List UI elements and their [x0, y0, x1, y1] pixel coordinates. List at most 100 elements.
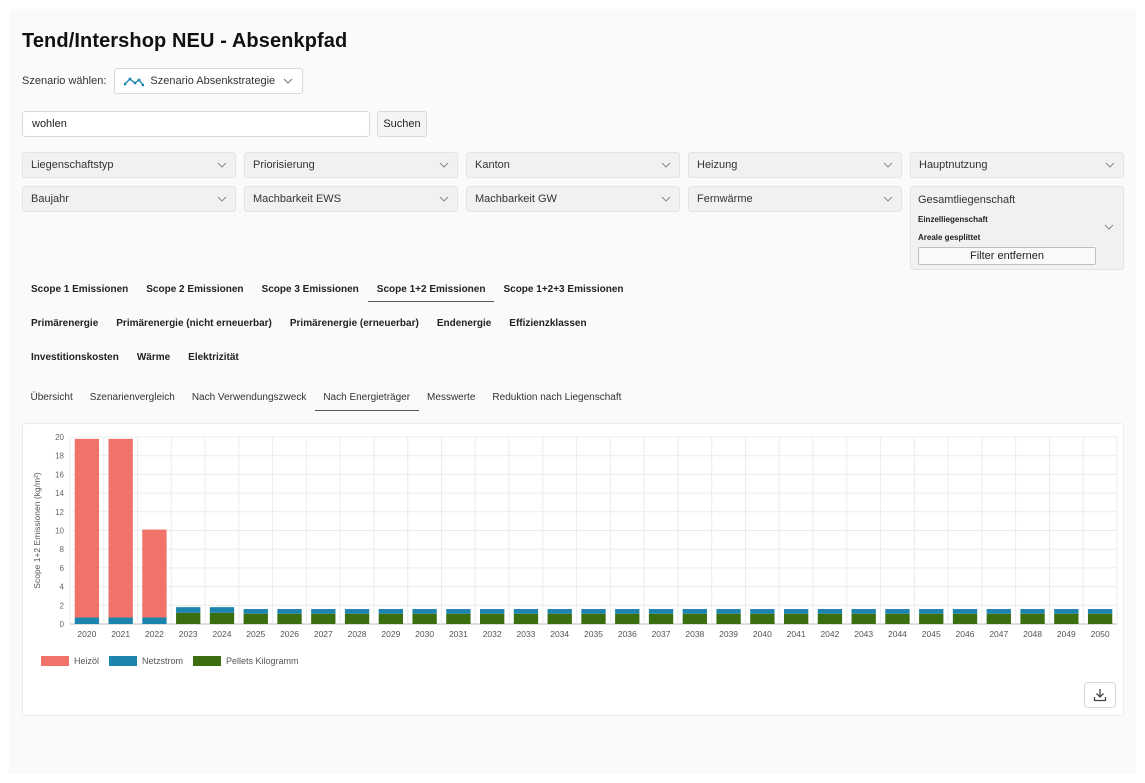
filter-option-einzelliegenschaft[interactable]: Einzelliegenschaft — [918, 215, 988, 224]
filter-label: Liegenschaftstyp — [31, 159, 114, 171]
x-tick-label: 2023 — [179, 629, 198, 639]
tab-investitionskosten[interactable]: Investitionskosten — [22, 346, 128, 370]
tab-uebersicht[interactable]: Übersicht — [22, 385, 81, 411]
filter-kanton[interactable]: Kanton — [466, 152, 680, 178]
line-chart-icon — [124, 77, 145, 87]
x-tick-label: 2030 — [415, 629, 434, 639]
x-tick-label: 2029 — [381, 629, 400, 639]
filter-gesamt-title: Gesamtliegenschaft — [918, 194, 1016, 206]
tab-messwerte[interactable]: Messwerte — [419, 385, 484, 411]
y-tick-label: 12 — [55, 508, 64, 517]
filter-option-areale-gesplittet[interactable]: Areale gesplittet — [918, 233, 980, 242]
search-button[interactable]: Suchen — [377, 111, 427, 137]
y-axis-label: Scope 1+2 Emissionen (kg/m²) — [32, 472, 42, 589]
bar-segment — [1020, 613, 1045, 624]
filter-priorisierung[interactable]: Priorisierung — [244, 152, 458, 178]
y-tick-label: 16 — [55, 470, 64, 479]
scenario-label: Szenario wählen: — [22, 75, 107, 87]
emissions-chart: 024681012141618202020 2021 2022 2023 2024 202… — [32, 433, 1118, 639]
bar-segment — [615, 609, 640, 614]
bar-segment — [277, 609, 302, 614]
tab-primaerenergie-nicht-erneuerbar[interactable]: Primärenergie (nicht erneuerbar) — [107, 312, 281, 336]
bar-segment — [344, 609, 370, 614]
bar-segment — [851, 609, 876, 614]
filter-fernwaerme[interactable]: Fernwärme — [688, 186, 902, 212]
y-tick-label: 8 — [60, 545, 65, 554]
tab-effizienzklassen[interactable]: Effizienzklassen — [500, 312, 595, 336]
bar-segment — [682, 613, 707, 624]
tab-nach-verwendungszweck[interactable]: Nach Verwendungszweck — [183, 385, 315, 411]
remove-filter-button[interactable]: Filter entfernen — [918, 247, 1096, 265]
bar-segment — [344, 613, 370, 624]
legend-label: Heizöl — [74, 656, 100, 666]
filter-gesamtliegenschaft[interactable]: Gesamtliegenschaft Einzelliegenschaft Ar… — [910, 186, 1124, 270]
tab-scope-3[interactable]: Scope 3 Emissionen — [253, 278, 368, 302]
chevron-down-icon — [1105, 162, 1115, 168]
legend-item-netzstrom[interactable]: Netzstrom — [109, 656, 183, 666]
tab-reduktion-nach-liegenschaft[interactable]: Reduktion nach Liegenschaft — [484, 385, 630, 411]
tab-scope-1-2-3[interactable]: Scope 1+2+3 Emissionen — [494, 278, 632, 302]
download-icon — [1093, 689, 1107, 702]
bar-segment — [108, 438, 133, 618]
x-tick-label: 2044 — [888, 629, 907, 639]
bar-segment — [1087, 613, 1113, 624]
bar-segment — [378, 609, 404, 614]
filter-machbarkeit-ews[interactable]: Machbarkeit EWS — [244, 186, 458, 212]
filter-label: Priorisierung — [253, 159, 315, 171]
tab-szenarienvergleich[interactable]: Szenarienvergleich — [81, 385, 183, 411]
bar-segment — [547, 609, 572, 614]
x-tick-label: 2045 — [922, 629, 941, 639]
bar-segment — [108, 617, 133, 624]
tab-primaerenergie-erneuerbar[interactable]: Primärenergie (erneuerbar) — [281, 312, 428, 336]
filter-hauptnutzung[interactable]: Hauptnutzung — [910, 152, 1124, 178]
tab-scope-2[interactable]: Scope 2 Emissionen — [137, 278, 252, 302]
tab-scope-1-2[interactable]: Scope 1+2 Emissionen — [367, 278, 495, 302]
scenario-select-value: Szenario Absenkstrategie — [150, 75, 276, 87]
x-tick-label: 2039 — [719, 629, 738, 639]
bar-segment — [682, 609, 707, 614]
chart-card: 0 2 4 6 8 10 12 14 16 18 20 2020 2021 2022 2023 2024 202… — [22, 423, 1124, 716]
bar-segment — [615, 613, 640, 624]
filter-heizung[interactable]: Heizung — [688, 152, 902, 178]
tab-scope-1[interactable]: Scope 1 Emissionen — [22, 278, 137, 302]
legend-item-pellets[interactable]: Pellets Kilogramm — [193, 656, 299, 666]
tab-primaerenergie[interactable]: Primärenergie — [22, 312, 107, 336]
bar-segment — [750, 609, 775, 614]
legend-label: Pellets Kilogramm — [226, 656, 299, 666]
bar-segment — [412, 613, 437, 624]
bar-segment — [513, 613, 539, 624]
chevron-down-icon — [439, 196, 449, 202]
legend-swatch-netzstrom — [109, 656, 138, 666]
bar-segment — [885, 609, 910, 614]
bar-segment — [648, 609, 674, 614]
y-tick-label: 0 — [60, 620, 65, 629]
download-button[interactable] — [1084, 682, 1116, 708]
bar-segment — [750, 613, 775, 624]
filter-baujahr[interactable]: Baujahr — [22, 186, 236, 212]
bar-segment — [581, 613, 606, 624]
chevron-down-icon — [283, 78, 293, 84]
x-tick-label: 2020 — [77, 629, 96, 639]
tab-waerme[interactable]: Wärme — [128, 346, 179, 370]
search-input[interactable]: wohlen — [22, 111, 370, 137]
legend-item-heizoel[interactable]: Heizöl — [41, 656, 99, 666]
y-tick-label: 4 — [60, 583, 65, 592]
x-tick-label: 2024 — [213, 629, 232, 639]
bar-segment — [851, 613, 876, 624]
bar-segment — [919, 609, 944, 614]
filter-liegenschaftstyp[interactable]: Liegenschaftstyp — [22, 152, 236, 178]
x-tick-label: 2042 — [820, 629, 839, 639]
chevron-down-icon — [217, 162, 227, 168]
scenario-select[interactable]: Szenario Absenkstrategie — [114, 68, 304, 94]
bar-segment — [581, 609, 606, 614]
filter-machbarkeit-gw[interactable]: Machbarkeit GW — [466, 186, 680, 212]
bar-segment — [1054, 609, 1079, 614]
bar-segment — [311, 609, 336, 614]
filter-label: Kanton — [475, 159, 510, 171]
bar-segment — [243, 613, 268, 624]
tab-nach-energietraeger[interactable]: Nach Energieträger — [314, 385, 419, 411]
x-tick-label: 2040 — [753, 629, 772, 639]
tab-elektrizitaet[interactable]: Elektrizität — [179, 346, 248, 370]
x-tick-label: 2021 — [111, 629, 130, 639]
tab-endenergie[interactable]: Endenergie — [428, 312, 500, 336]
